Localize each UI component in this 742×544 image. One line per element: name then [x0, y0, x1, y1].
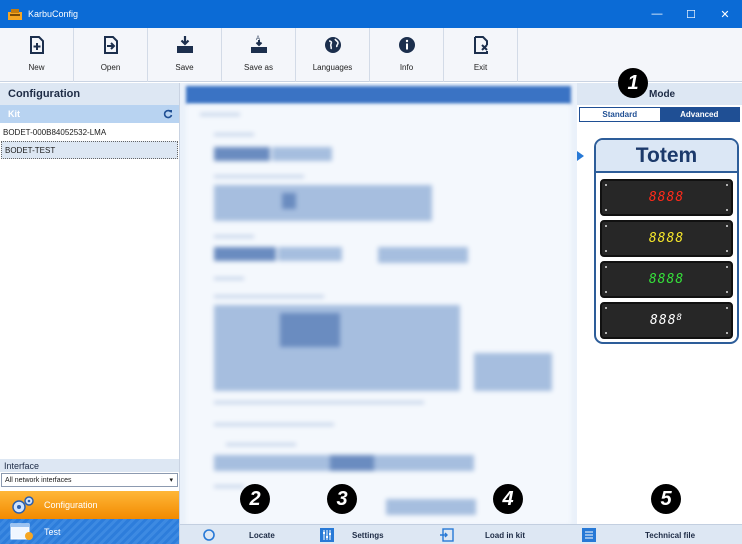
app-window: KarbuConfig — ☐ ✕ New Open Save A Save a… [0, 0, 742, 544]
technical-file-button[interactable]: Technical file [645, 525, 695, 544]
marker-2: 2 [240, 484, 270, 514]
save-as-icon: A [250, 36, 267, 53]
settings-button[interactable]: Settings [352, 525, 384, 544]
display-row-4-small: 8 [676, 312, 683, 323]
open-icon [103, 36, 118, 54]
app-logo-icon [8, 9, 22, 20]
info-button[interactable]: Info [370, 28, 444, 82]
gears-icon [12, 496, 34, 514]
new-file-icon [29, 36, 44, 54]
settings-sliders-icon [320, 528, 334, 542]
info-label: Info [399, 63, 414, 72]
mode-title: Mode [577, 83, 742, 105]
display-row-2[interactable]: 8888 [600, 220, 733, 257]
new-button[interactable]: New [0, 28, 74, 82]
exit-icon [473, 36, 488, 54]
maximize-icon[interactable]: ☐ [674, 0, 708, 28]
save-icon [176, 36, 193, 53]
display-row-4-value: 888 [650, 313, 677, 328]
nav-configuration-label: Configuration [44, 500, 98, 510]
tab-advanced[interactable]: Advanced [659, 108, 739, 121]
interface-select-value: All network interfaces [5, 476, 72, 484]
marker-4: 4 [493, 484, 523, 514]
nav-test[interactable]: Test [0, 519, 179, 544]
blurred-settings-content [186, 105, 571, 524]
locate-icon [203, 529, 215, 541]
open-label: Open [100, 63, 121, 72]
locate-button[interactable]: Locate [249, 525, 275, 544]
languages-button[interactable]: Languages [296, 28, 370, 82]
interface-select[interactable]: All network interfaces ▾ [1, 473, 178, 487]
marker-5: 5 [651, 484, 681, 514]
settings-area-blurred [180, 83, 577, 524]
technical-file-icon [582, 528, 596, 542]
kit-header: Kit [0, 105, 179, 123]
refresh-icon[interactable] [163, 109, 173, 119]
display-row-2-value: 8888 [648, 231, 685, 246]
configuration-title: Configuration [0, 83, 179, 105]
title-bar: KarbuConfig — ☐ ✕ [0, 0, 742, 28]
selection-arrow-icon [577, 151, 584, 161]
mode-panel: Mode Standard Advanced Totem 8888 8888 8… [577, 83, 742, 524]
languages-label: Languages [312, 63, 353, 72]
marker-1: 1 [618, 68, 648, 98]
totem-preview[interactable]: Totem 8888 8888 8888 888 8 [594, 138, 739, 344]
display-row-1-value: 8888 [648, 190, 685, 205]
configuration-panel: Configuration Kit BODET-000B84052532-LMA… [0, 83, 180, 544]
kit-list-item[interactable]: BODET-000B84052532-LMA [0, 123, 179, 141]
tab-standard[interactable]: Standard [580, 108, 660, 121]
interface-header: Interface [0, 459, 179, 472]
globe-icon [324, 37, 341, 53]
window-title: KarbuConfig [28, 9, 79, 19]
display-row-3-value: 8888 [648, 272, 685, 287]
info-icon [398, 37, 415, 53]
save-button[interactable]: Save [148, 28, 222, 82]
totem-title: Totem [596, 140, 737, 173]
test-window-icon [10, 523, 33, 540]
exit-button[interactable]: Exit [444, 28, 518, 82]
nav-configuration[interactable]: Configuration [0, 491, 179, 519]
minimize-icon[interactable]: — [640, 0, 674, 28]
open-button[interactable]: Open [74, 28, 148, 82]
display-row-4[interactable]: 888 8 [600, 302, 733, 339]
save-as-button[interactable]: A Save as [222, 28, 296, 82]
display-row-1[interactable]: 8888 [600, 179, 733, 216]
load-in-kit-icon [440, 528, 454, 542]
exit-label: Exit [473, 63, 488, 72]
new-label: New [28, 63, 45, 72]
chevron-down-icon: ▾ [169, 477, 173, 484]
save-label: Save [175, 63, 194, 72]
marker-3: 3 [327, 484, 357, 514]
load-in-kit-button[interactable]: Load in kit [485, 525, 525, 544]
action-bar: Locate Settings Load in kit Technical fi… [180, 524, 742, 544]
kit-header-label: Kit [8, 109, 20, 119]
save-as-label: Save as [244, 63, 273, 72]
nav-test-label: Test [44, 526, 61, 537]
kit-list-item-selected[interactable]: BODET-TEST [1, 141, 178, 159]
mode-tabs: Standard Advanced [579, 107, 740, 122]
kit-settings-header [186, 86, 571, 104]
display-row-3[interactable]: 8888 [600, 261, 733, 298]
close-icon[interactable]: ✕ [708, 0, 742, 28]
window-controls: — ☐ ✕ [640, 0, 742, 28]
